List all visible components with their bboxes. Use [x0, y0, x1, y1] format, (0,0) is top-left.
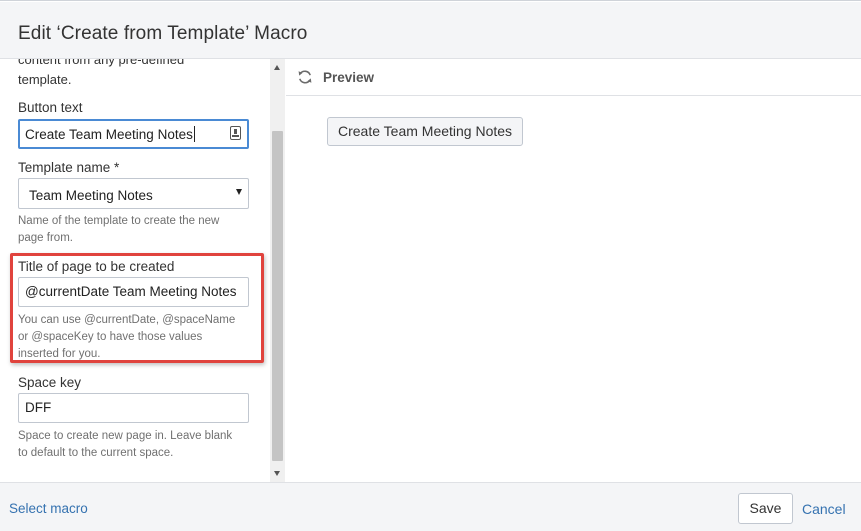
- dialog-title: Edit ‘Create from Template’ Macro: [18, 23, 308, 44]
- help-line: to default to the current space.: [18, 447, 174, 459]
- template-name-help: Name of the template to create the new p…: [18, 213, 250, 247]
- page-title-value: @currentDate Team Meeting Notes: [25, 284, 237, 299]
- select-macro-link[interactable]: Select macro: [9, 501, 88, 516]
- template-name-select[interactable]: Team Meeting Notes: [18, 178, 249, 209]
- macro-description-line: content from any pre-defined: [18, 59, 185, 67]
- scroll-up-arrow-icon[interactable]: [274, 65, 280, 70]
- macro-description-line: template.: [18, 72, 72, 87]
- cancel-link[interactable]: Cancel: [802, 501, 846, 517]
- refresh-icon[interactable]: [297, 69, 313, 85]
- space-key-input[interactable]: DFF: [18, 393, 249, 423]
- button-text-input[interactable]: Create Team Meeting Notes: [18, 119, 249, 149]
- help-line: You can use @currentDate, @spaceName: [18, 314, 236, 326]
- parameters-scrollbar[interactable]: [270, 59, 285, 482]
- help-line: inserted for you.: [18, 348, 101, 360]
- preview-pane: Create Team Meeting Notes: [286, 97, 861, 482]
- page-title-label: Title of page to be created: [18, 259, 175, 274]
- save-button[interactable]: Save: [738, 493, 793, 524]
- button-text-label: Button text: [18, 100, 83, 115]
- help-line: Name of the template to create the new: [18, 215, 220, 227]
- dialog-footer: Select macro Save Cancel: [0, 482, 861, 531]
- macro-parameters-panel: content from any pre-defined template. B…: [0, 59, 285, 482]
- create-team-meeting-notes-button[interactable]: Create Team Meeting Notes: [327, 117, 524, 146]
- space-key-value: DFF: [25, 400, 52, 415]
- page-title-input[interactable]: @currentDate Team Meeting Notes: [18, 277, 249, 307]
- space-key-help: Space to create new page in. Leave blank…: [18, 428, 250, 462]
- template-name-selected: Team Meeting Notes: [29, 188, 153, 203]
- macro-description: content from any pre-defined template.: [18, 59, 250, 90]
- scroll-thumb[interactable]: [272, 131, 283, 461]
- preview-label: Preview: [323, 70, 375, 85]
- help-line: page from.: [18, 232, 73, 244]
- scroll-down-arrow-icon[interactable]: [274, 471, 280, 476]
- dialog-header: Edit ‘Create from Template’ Macro: [0, 2, 861, 59]
- help-line: or @spaceKey to have those values: [18, 331, 203, 343]
- field-assist-icon[interactable]: [230, 126, 241, 140]
- page-title-help: You can use @currentDate, @spaceName or …: [18, 312, 250, 363]
- help-line: Space to create new page in. Leave blank: [18, 430, 233, 442]
- chevron-down-icon: [236, 189, 242, 195]
- template-name-label: Template name *: [18, 160, 120, 175]
- space-key-label: Space key: [18, 375, 82, 390]
- text-cursor: [193, 126, 195, 142]
- preview-header: Preview: [286, 59, 861, 96]
- button-text-value: Create Team Meeting Notes: [25, 127, 193, 142]
- macro-editor-dialog: Edit ‘Create from Template’ Macro conten…: [0, 0, 861, 531]
